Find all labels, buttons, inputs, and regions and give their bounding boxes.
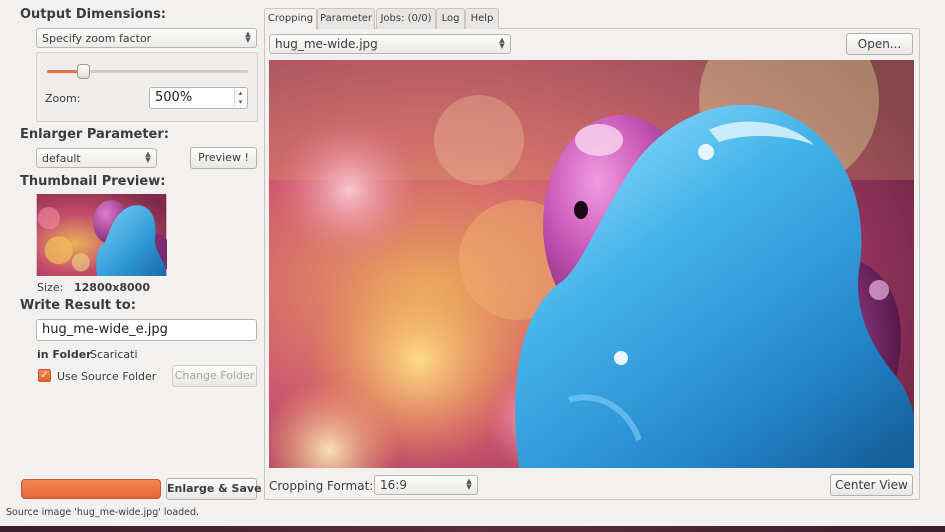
zoom-mode-select[interactable]: Specify zoom factor ▲ ▼ — [36, 28, 257, 48]
zoom-spin-buttons-icon[interactable]: ▴ ▾ — [234, 89, 246, 107]
source-file-select[interactable]: hug_me-wide.jpg ▲ ▼ — [269, 34, 511, 54]
desktop-background — [0, 526, 945, 532]
tab-parameter[interactable]: Parameter — [317, 8, 375, 29]
source-file-value: hug_me-wide.jpg — [275, 37, 378, 51]
size-label: Size: — [37, 281, 64, 294]
use-source-folder-label: Use Source Folder — [57, 370, 157, 383]
center-view-button[interactable]: Center View — [830, 474, 913, 496]
size-value: 12800x8000 — [74, 281, 150, 294]
tab-log[interactable]: Log — [436, 8, 465, 29]
status-bar-text: Source image 'hug_me-wide.jpg' loaded. — [6, 507, 200, 518]
progress-bar — [21, 479, 161, 499]
combo-arrows-icon: ▲ ▼ — [245, 30, 251, 44]
thumbnail-image — [36, 194, 167, 276]
tab-jobs[interactable]: Jobs: (0/0) — [376, 8, 436, 29]
thumbnail-preview-title: Thumbnail Preview: — [20, 174, 166, 189]
in-folder-label: in Folder — [37, 348, 92, 361]
combo-arrows-icon: ▲ ▼ — [145, 150, 151, 164]
combo-arrows-icon: ▲ ▼ — [466, 477, 472, 491]
zoom-slider-handle[interactable] — [77, 64, 90, 79]
write-result-title: Write Result to: — [20, 298, 136, 313]
output-filename-input[interactable]: hug_me-wide_e.jpg — [36, 319, 257, 341]
output-dimensions-title: Output Dimensions: — [20, 7, 167, 22]
combo-arrows-icon: ▲ ▼ — [499, 36, 505, 50]
tab-cropping[interactable]: Cropping — [264, 8, 317, 30]
use-source-folder-checkbox[interactable]: ✓ — [38, 369, 51, 382]
zoom-spin-input[interactable]: 500% ▴ ▾ — [149, 87, 248, 109]
preview-button[interactable]: Preview ! — [190, 147, 257, 169]
change-folder-button[interactable]: Change Folder — [172, 365, 257, 387]
cropping-format-select[interactable]: 16:9 ▲ ▼ — [374, 475, 478, 495]
zoom-label: Zoom: — [45, 92, 81, 105]
enlarger-preset-select[interactable]: default ▲ ▼ — [36, 148, 157, 168]
folder-value: Scaricati — [90, 348, 138, 361]
app-window: Output Dimensions: Specify zoom factor ▲… — [0, 0, 945, 526]
cropping-format-value: 16:9 — [380, 478, 407, 492]
cropping-format-label: Cropping Format: — [269, 479, 374, 493]
enlarger-preset-value: default — [42, 152, 81, 165]
tab-help[interactable]: Help — [465, 8, 499, 29]
enlarge-save-button[interactable]: Enlarge & Save — [166, 478, 262, 500]
zoom-value: 500% — [155, 90, 193, 105]
zoom-mode-value: Specify zoom factor — [42, 32, 152, 45]
enlarger-parameter-title: Enlarger Parameter: — [20, 127, 169, 142]
open-button[interactable]: Open... — [846, 33, 913, 55]
cropping-preview-canvas[interactable] — [269, 60, 914, 468]
